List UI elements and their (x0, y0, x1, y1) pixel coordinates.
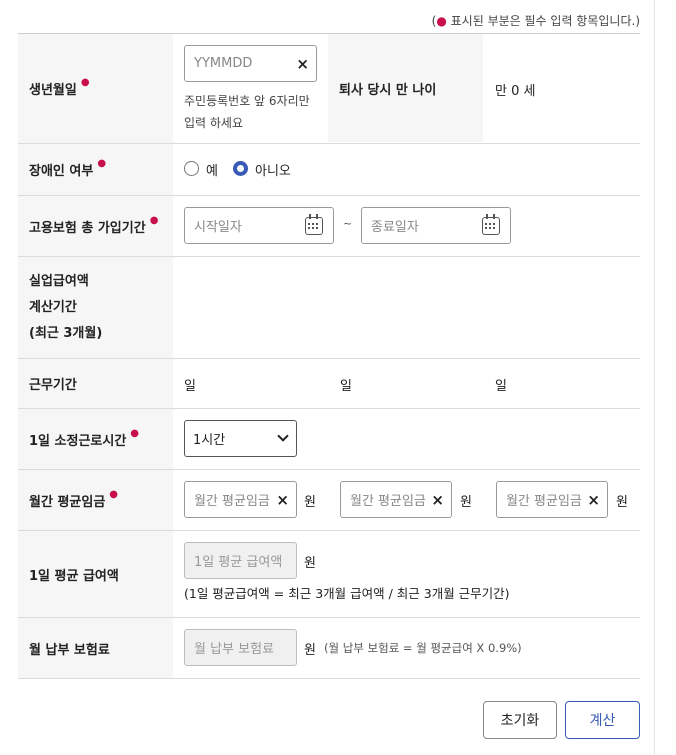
row-daily-hours: 1일 소정근로시간 ● 1시간 (18, 409, 640, 470)
daily-benefit-input[interactable]: 1일 평균 급여액 (184, 542, 297, 579)
label-birth-date: 생년월일 ● (18, 34, 173, 143)
label-insurance-period: 고용보험 총 가입기간 ● (18, 196, 173, 256)
monthly-wage-placeholder: 월간 평균임금 (350, 494, 426, 509)
label-work-period: 근무기간 (18, 359, 173, 408)
calculator-form: 생년월일 ● YYMMDD × 주민등록번호 앞 6자리만 입력 하세요 퇴사 당… (18, 33, 640, 679)
monthly-wage-input-2[interactable]: 월간 평균임금 × (340, 481, 452, 518)
age-at-resignation-label: 퇴사 당시 만 나이 (328, 34, 483, 142)
daily-benefit-placeholder: 1일 평균 급여액 (194, 555, 283, 570)
work-days-month-1: 일 (184, 379, 196, 394)
radio-yes[interactable] (184, 161, 199, 176)
row-work-period: 근무기간 일 일 일 (18, 359, 640, 409)
wage-unit-1: 원 (304, 495, 316, 510)
row-calc-period: 실업급여액 계산기간 (최근 3개월) (18, 257, 640, 359)
label-calc-period: 실업급여액 계산기간 (최근 3개월) (18, 257, 173, 358)
row-daily-benefit: 1일 평균 급여액 1일 평균 급여액 원 (1일 평균급여액 = 최근 3개월… (18, 531, 640, 618)
page-divider (654, 0, 655, 755)
label-text: 생년월일 (29, 83, 77, 98)
radio-yes-label[interactable]: 예 (206, 160, 218, 179)
required-dot-icon: ● (109, 488, 119, 500)
label-text: 월간 평균임금 (29, 494, 106, 510)
row-monthly-wage: 월간 평균임금 ● 월간 평균임금 × 원 월간 평균임금 × 원 월간 평균임금… (18, 470, 640, 531)
work-days-month-2: 일 (340, 379, 352, 394)
birth-date-placeholder: YYMMDD (194, 56, 253, 71)
calculate-button[interactable]: 계산 (565, 701, 640, 739)
monthly-wage-placeholder: 월간 평균임금 (506, 494, 582, 509)
hint-line: 주민등록번호 앞 6자리만 (184, 94, 310, 108)
close-icon[interactable]: × (585, 491, 600, 509)
wage-unit-3: 원 (616, 495, 628, 510)
cell-calc-period (173, 257, 640, 358)
calendar-icon[interactable] (482, 214, 500, 235)
label-text: 1일 소정근로시간 (29, 433, 127, 449)
cell-disability: 예 아니오 (173, 144, 640, 195)
reset-button[interactable]: 초기화 (483, 701, 557, 739)
radio-no[interactable] (233, 161, 248, 176)
label-daily-benefit: 1일 평균 급여액 (18, 531, 173, 617)
cell-daily-hours: 1시간 (173, 409, 640, 469)
cell-monthly-premium: 월 납부 보험료 원 (월 납부 보험료 = 월 평균급여 X 0.9%) (173, 618, 640, 678)
chevron-down-icon (277, 430, 289, 442)
row-disability: 장애인 여부 ● 예 아니오 (18, 144, 640, 196)
daily-benefit-formula: (1일 평균급여액 = 최근 3개월 급여액 / 최근 3개월 근무기간) (184, 586, 510, 601)
end-date-placeholder: 종료일자 (371, 220, 419, 235)
label-text: 1일 평균 급여액 (29, 568, 119, 584)
label-text: 계산기간 (29, 299, 77, 315)
calendar-icon[interactable] (305, 214, 323, 235)
notice-text: 표시된 부분은 필수 입력 항목입니다.) (446, 14, 640, 28)
label-text: 근무기간 (29, 378, 77, 393)
radio-no-label[interactable]: 아니오 (255, 160, 291, 179)
required-dot-icon: ● (149, 214, 159, 226)
cell-daily-benefit: 1일 평균 급여액 원 (1일 평균급여액 = 최근 3개월 급여액 / 최근 … (173, 531, 640, 617)
monthly-wage-input-1[interactable]: 월간 평균임금 × (184, 481, 297, 518)
age-label-text: 퇴사 당시 만 나이 (339, 82, 437, 98)
cell-birth-date: YYMMDD × 주민등록번호 앞 6자리만 입력 하세요 퇴사 당시 만 나이… (173, 34, 640, 143)
wage-unit-2: 원 (460, 495, 472, 510)
end-date-input[interactable]: 종료일자 (361, 207, 511, 244)
label-monthly-premium: 월 납부 보험료 (18, 618, 173, 678)
birth-date-input[interactable]: YYMMDD × (184, 45, 317, 82)
work-days-month-3: 일 (495, 379, 507, 394)
close-icon[interactable]: × (296, 55, 309, 73)
row-monthly-premium: 월 납부 보험료 월 납부 보험료 원 (월 납부 보험료 = 월 평균급여 X… (18, 618, 640, 679)
required-dot-icon: ● (97, 158, 107, 169)
required-notice: (● 표시된 부분은 필수 입력 항목입니다.) (432, 12, 640, 29)
cell-work-period: 일 일 일 (173, 359, 640, 408)
cell-monthly-wage: 월간 평균임금 × 원 월간 평균임금 × 원 월간 평균임금 × 원 (173, 470, 640, 530)
label-monthly-wage: 월간 평균임금 ● (18, 470, 173, 530)
close-icon[interactable]: × (429, 491, 444, 509)
required-dot-icon: ● (436, 14, 447, 28)
daily-benefit-unit: 원 (304, 556, 316, 571)
premium-formula: (월 납부 보험료 = 월 평균급여 X 0.9%) (324, 641, 522, 655)
cell-insurance-period: 시작일자 ~ 종료일자 (173, 196, 640, 256)
label-text: 실업급여액 (29, 273, 89, 289)
label-daily-hours: 1일 소정근로시간 ● (18, 409, 173, 469)
label-disability: 장애인 여부 ● (18, 144, 173, 195)
monthly-wage-input-3[interactable]: 월간 평균임금 × (496, 481, 608, 518)
hint-line: 입력 하세요 (184, 116, 244, 130)
monthly-premium-placeholder: 월 납부 보험료 (194, 642, 275, 657)
label-text: 고용보험 총 가입기간 (29, 220, 146, 236)
birth-date-hint: 주민등록번호 앞 6자리만 입력 하세요 (184, 90, 310, 134)
label-text: 월 납부 보험료 (29, 642, 110, 658)
required-dot-icon: ● (80, 77, 90, 88)
row-birth-date: 생년월일 ● YYMMDD × 주민등록번호 앞 6자리만 입력 하세요 퇴사 당… (18, 34, 640, 144)
close-icon[interactable]: × (274, 491, 289, 509)
label-text: (최근 3개월) (29, 325, 103, 341)
monthly-wage-placeholder: 월간 평균임금 (194, 494, 270, 509)
start-date-placeholder: 시작일자 (194, 220, 242, 235)
start-date-input[interactable]: 시작일자 (184, 207, 334, 244)
required-dot-icon: ● (130, 427, 140, 439)
row-insurance-period: 고용보험 총 가입기간 ● 시작일자 ~ 종료일자 (18, 196, 640, 257)
monthly-premium-input[interactable]: 월 납부 보험료 (184, 629, 297, 666)
age-value: 만 0 세 (495, 84, 536, 99)
hours-select-value: 1시간 (193, 433, 226, 448)
hours-select[interactable]: 1시간 (184, 420, 297, 457)
range-separator: ~ (343, 217, 353, 230)
premium-unit: 원 (304, 643, 316, 658)
label-text: 장애인 여부 (29, 164, 94, 179)
